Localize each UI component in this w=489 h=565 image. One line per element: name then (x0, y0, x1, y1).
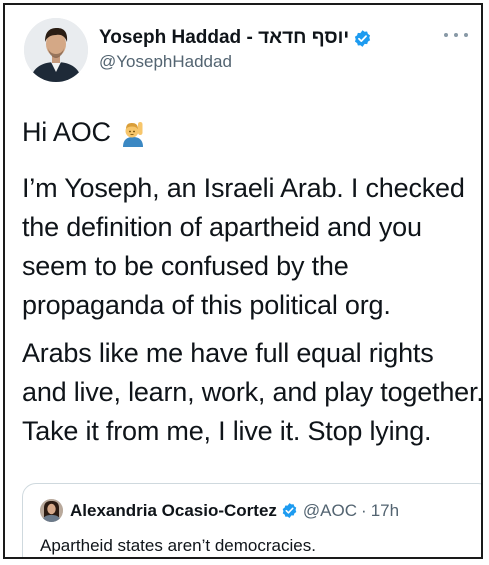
quoted-profile-photo-icon (40, 499, 63, 522)
author-display-name[interactable]: Yoseph Haddad - יוסף חדאד (99, 27, 349, 49)
quoted-timestamp[interactable]: 17h (371, 501, 399, 521)
profile-photo-icon (24, 18, 88, 82)
tweet-greeting: Hi AOC (22, 116, 481, 149)
tweet-card: Yoseph Haddad - יוסף חדאד @YosephHaddad … (3, 3, 483, 559)
tweet-header: Yoseph Haddad - יוסף חדאד @YosephHaddad (20, 18, 470, 90)
tweet-body: Hi AOC I’m Yoseph, an Israeli Arab. I ch… (22, 116, 483, 460)
greeting-text: Hi AOC (22, 117, 111, 147)
quoted-verified-badge-icon (281, 502, 298, 519)
quoted-author-handle[interactable]: @AOC (303, 501, 357, 521)
quoted-author-avatar[interactable] (40, 499, 63, 522)
quoted-tweet-text: Apartheid states aren’t democracies. (40, 536, 316, 555)
quoted-tweet[interactable]: Alexandria Ocasio-Cortez @AOC · 17h Apar… (22, 483, 481, 557)
author-handle[interactable]: @YosephHaddad (99, 52, 372, 72)
quoted-tweet-header: Alexandria Ocasio-Cortez @AOC · 17h (40, 499, 399, 522)
tweet-paragraph-1: I’m Yoseph, an Israeli Arab. I checked t… (22, 173, 465, 320)
author-names: Yoseph Haddad - יוסף חדאד @YosephHaddad (99, 27, 372, 72)
person-raising-hand-emoji-icon (119, 119, 147, 147)
author-avatar[interactable] (24, 18, 88, 82)
quoted-separator: · (361, 500, 367, 520)
tweet-paragraph-2: Arabs like me have full equal rights and… (22, 338, 483, 446)
quoted-author-display-name[interactable]: Alexandria Ocasio-Cortez (70, 501, 277, 521)
verified-badge-icon (353, 29, 372, 48)
more-options-icon[interactable] (444, 28, 468, 42)
